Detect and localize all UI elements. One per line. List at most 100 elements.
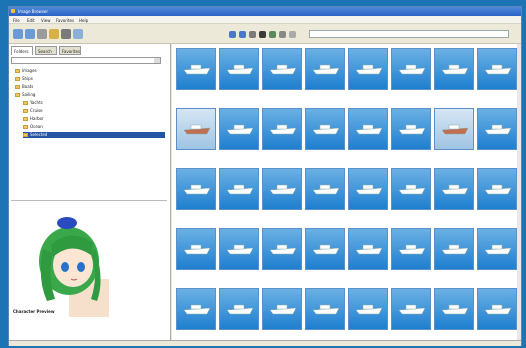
thumbnail-image[interactable] <box>219 288 259 330</box>
thumbnail-image[interactable] <box>305 228 345 270</box>
thumbnail-item[interactable] <box>262 168 302 228</box>
thumbnail-image[interactable] <box>391 228 431 270</box>
options-icon[interactable] <box>73 29 83 39</box>
thumbnail-image[interactable] <box>176 228 216 270</box>
thumbnail-item[interactable] <box>391 168 431 228</box>
thumbnail-item[interactable] <box>434 288 474 348</box>
thumbnail-item[interactable] <box>434 168 474 228</box>
print-icon[interactable] <box>279 31 286 38</box>
thumbnail-image[interactable] <box>434 228 474 270</box>
thumbnail-image[interactable] <box>305 168 345 210</box>
thumbnail-image[interactable] <box>219 228 259 270</box>
thumbnail-item[interactable] <box>219 48 259 108</box>
thumbnail-item[interactable] <box>305 228 345 288</box>
thumbnail-item[interactable] <box>348 228 388 288</box>
thumbnail-item[interactable] <box>477 168 517 228</box>
thumbnail-item[interactable] <box>348 288 388 348</box>
settings-icon[interactable] <box>289 31 296 38</box>
thumbnail-item[interactable] <box>477 48 517 108</box>
tree-item[interactable]: Boats <box>15 84 33 90</box>
thumbnail-image[interactable] <box>348 48 388 90</box>
thumbnail-image[interactable] <box>176 288 216 330</box>
tree-item[interactable]: Ocean <box>23 124 43 130</box>
thumbnail-item[interactable] <box>391 228 431 288</box>
back-icon[interactable] <box>13 29 23 39</box>
thumbnail-image[interactable] <box>305 288 345 330</box>
thumbnail-item[interactable] <box>176 228 216 288</box>
thumbnail-item[interactable] <box>219 228 259 288</box>
thumbnail-item[interactable] <box>477 288 517 348</box>
tree-item[interactable]: Harbor <box>23 116 44 122</box>
tree-item[interactable]: Sailing <box>15 92 35 98</box>
thumbnail-item[interactable] <box>391 288 431 348</box>
thumbnail-image[interactable] <box>391 48 431 90</box>
thumbnail-item[interactable] <box>305 168 345 228</box>
thumbnail-item[interactable] <box>434 108 474 168</box>
nav-forward-icon[interactable] <box>239 31 246 38</box>
thumbnail-item[interactable] <box>434 48 474 108</box>
thumbnail-image[interactable] <box>219 48 259 90</box>
thumbnail-image[interactable] <box>477 48 517 90</box>
thumbnail-image[interactable] <box>305 48 345 90</box>
thumbnail-image[interactable] <box>434 108 474 150</box>
thumbnail-image[interactable] <box>176 48 216 90</box>
thumbnail-item[interactable] <box>176 48 216 108</box>
chevron-down-icon[interactable] <box>154 58 160 63</box>
tab-folders[interactable]: Folders <box>11 46 33 55</box>
thumbnail-image[interactable] <box>262 228 302 270</box>
location-combo[interactable] <box>11 57 161 64</box>
thumbnail-item[interactable] <box>305 48 345 108</box>
home-icon[interactable] <box>269 31 276 38</box>
thumbnail-image[interactable] <box>176 108 216 150</box>
tab-favorites[interactable]: Favorites <box>59 46 81 55</box>
thumbnail-image[interactable] <box>477 168 517 210</box>
thumbnail-image[interactable] <box>176 168 216 210</box>
thumbnail-item[interactable] <box>219 168 259 228</box>
tree-item[interactable]: Yachts <box>23 100 43 106</box>
thumbnail-image[interactable] <box>434 48 474 90</box>
thumbnail-image[interactable] <box>477 228 517 270</box>
thumbnail-image[interactable] <box>348 288 388 330</box>
thumbnail-item[interactable] <box>262 108 302 168</box>
thumbnail-item[interactable] <box>262 228 302 288</box>
thumbnail-item[interactable] <box>348 168 388 228</box>
thumbnail-image[interactable] <box>391 168 431 210</box>
thumbnail-item[interactable] <box>391 48 431 108</box>
thumbnail-item[interactable] <box>176 108 216 168</box>
menu-view[interactable]: View <box>41 18 51 23</box>
tree-item-selected[interactable]: Selected <box>23 132 165 138</box>
thumbnail-item[interactable] <box>176 288 216 348</box>
thumbnail-image[interactable] <box>219 108 259 150</box>
thumbnail-item[interactable] <box>176 168 216 228</box>
thumbnail-image[interactable] <box>305 108 345 150</box>
thumbnail-item[interactable] <box>477 228 517 288</box>
thumbnail-image[interactable] <box>391 288 431 330</box>
thumbnail-image[interactable] <box>219 168 259 210</box>
thumbnail-item[interactable] <box>477 108 517 168</box>
address-bar[interactable] <box>309 30 509 38</box>
view-icon[interactable] <box>61 29 71 39</box>
menu-file[interactable]: File <box>13 18 20 23</box>
thumbnail-image[interactable] <box>477 108 517 150</box>
thumbnail-image[interactable] <box>348 168 388 210</box>
thumbnail-image[interactable] <box>434 168 474 210</box>
thumbnail-item[interactable] <box>262 288 302 348</box>
thumbnail-item[interactable] <box>434 228 474 288</box>
thumbnail-image[interactable] <box>434 288 474 330</box>
thumbnail-item[interactable] <box>348 48 388 108</box>
thumbnail-image[interactable] <box>262 288 302 330</box>
thumbnail-image[interactable] <box>348 228 388 270</box>
vertical-scrollbar[interactable] <box>517 44 521 340</box>
forward-icon[interactable] <box>25 29 35 39</box>
tree-item[interactable]: Ships <box>15 76 33 82</box>
stop-icon[interactable] <box>259 31 266 38</box>
thumbnail-image[interactable] <box>262 108 302 150</box>
thumbnail-item[interactable] <box>219 108 259 168</box>
thumbnail-item[interactable] <box>305 288 345 348</box>
up-folder-icon[interactable] <box>37 29 47 39</box>
thumbnail-item[interactable] <box>262 48 302 108</box>
thumbnail-image[interactable] <box>391 108 431 150</box>
tree-item[interactable]: Cruise <box>23 108 43 114</box>
menu-favorites[interactable]: Favorites <box>56 18 74 23</box>
tab-search[interactable]: Search <box>35 46 57 55</box>
